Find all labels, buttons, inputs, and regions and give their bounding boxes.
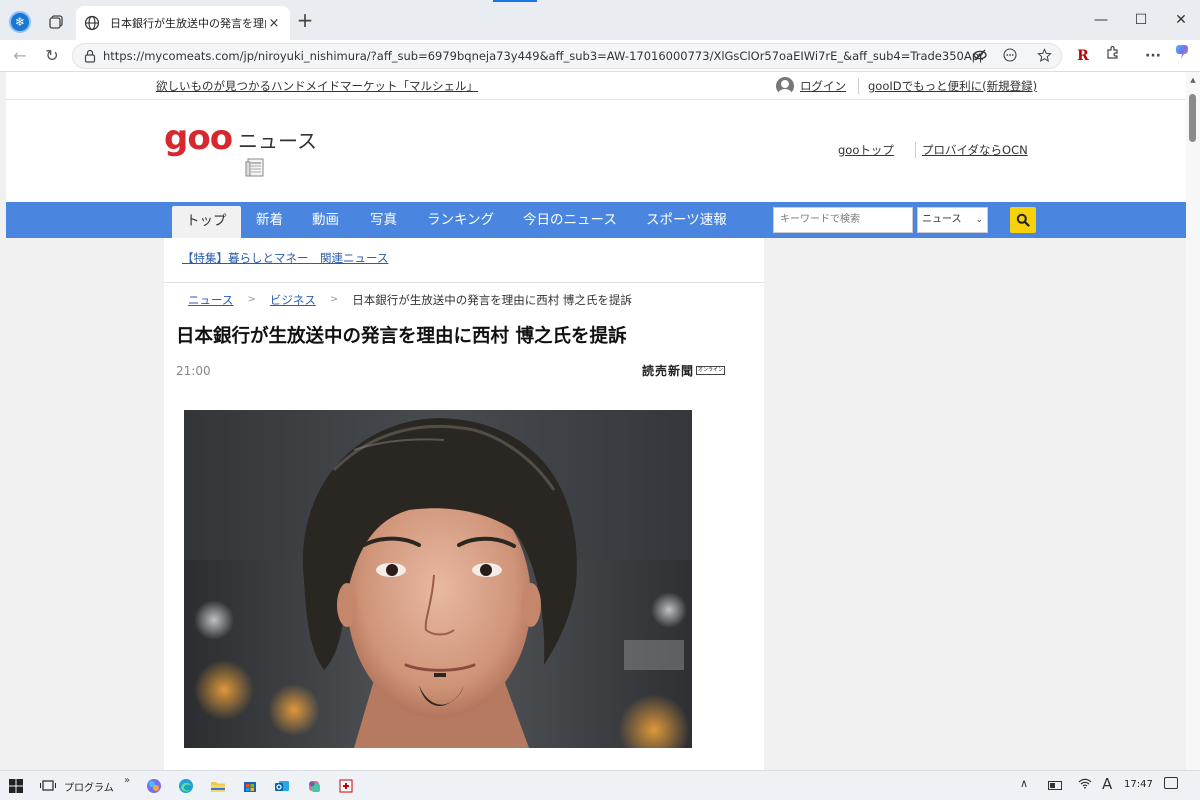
system-clock[interactable]: 17:47 bbox=[1124, 779, 1153, 790]
scrollbar-thumb[interactable] bbox=[1189, 94, 1196, 142]
breadcrumb-news[interactable]: ニュース bbox=[188, 292, 233, 308]
publish-time: 21:00 bbox=[176, 364, 211, 378]
task-view-icon[interactable] bbox=[38, 776, 58, 796]
file-explorer-icon[interactable] bbox=[208, 776, 228, 796]
search-button[interactable] bbox=[1010, 207, 1036, 233]
magnifier-icon bbox=[1016, 213, 1030, 227]
breadcrumb-current: 日本銀行が生放送中の発言を理由に西村 博之氏を提訴 bbox=[352, 293, 632, 307]
breadcrumb: ニュース > ビジネス > 日本銀行が生放送中の発言を理由に西村 博之氏を提訴 bbox=[188, 292, 632, 308]
browser-menu-button[interactable]: ··· bbox=[1140, 43, 1166, 69]
address-bar[interactable]: https://mycomeats.com/jp/niroyuki_nishim… bbox=[72, 43, 1062, 69]
ime-mode-indicator[interactable]: A bbox=[1102, 775, 1112, 793]
search-category-value: ニュース bbox=[922, 214, 962, 225]
article-card: 【特集】暮らしとマネー 関連ニュース ニュース > ビジネス > 日本銀行が生放… bbox=[164, 238, 764, 770]
goo-logo[interactable]: goo bbox=[164, 118, 233, 158]
new-tab-button[interactable]: + bbox=[292, 8, 318, 34]
chevron-down-icon: ⌄ bbox=[975, 215, 983, 225]
article-headline: 日本銀行が生放送中の発言を理由に西村 博之氏を提訴 bbox=[176, 326, 627, 347]
top-strip: 欲しいものが見つかるハンドメイドマーケット「マルシェル」 ログイン gooIDで… bbox=[6, 72, 1186, 100]
section-title[interactable]: ニュース bbox=[238, 125, 317, 154]
copilot-icon[interactable] bbox=[1170, 43, 1196, 69]
login-link[interactable]: ログイン bbox=[800, 78, 846, 94]
web-page: 欲しいものが見つかるハンドメイドマーケット「マルシェル」 ログイン gooIDで… bbox=[6, 72, 1186, 770]
notification-icon[interactable] bbox=[1164, 777, 1178, 789]
eye-slash-icon[interactable] bbox=[971, 48, 989, 66]
wifi-icon[interactable] bbox=[1078, 777, 1092, 792]
extensions-icon[interactable] bbox=[1100, 43, 1126, 69]
windows-start-icon[interactable] bbox=[6, 776, 26, 796]
rakuten-extension-icon[interactable]: R bbox=[1070, 43, 1096, 69]
nav-item-top[interactable]: トップ bbox=[172, 206, 241, 238]
store-app-icon[interactable] bbox=[240, 776, 260, 796]
page-scrollbar[interactable]: ▲ bbox=[1186, 72, 1200, 770]
url-text[interactable]: https://mycomeats.com/jp/niroyuki_nishim… bbox=[103, 49, 983, 63]
nav-item-today[interactable]: 今日のニュース bbox=[523, 202, 617, 238]
page-actions-icon[interactable] bbox=[1001, 48, 1019, 66]
promo-link[interactable]: 欲しいものが見つかるハンドメイドマーケット「マルシェル」 bbox=[156, 78, 478, 94]
user-icon bbox=[776, 77, 794, 95]
copilot-app-icon[interactable] bbox=[144, 776, 164, 796]
divider bbox=[164, 282, 764, 283]
titlebar-accent bbox=[493, 0, 537, 2]
star-icon[interactable] bbox=[1035, 48, 1053, 66]
edge-app-icon[interactable] bbox=[176, 776, 196, 796]
scroll-up-icon[interactable]: ▲ bbox=[1189, 76, 1197, 84]
source-tag: オンライン bbox=[696, 366, 726, 375]
reload-button[interactable]: ↻ bbox=[38, 43, 66, 69]
login-area[interactable]: ログイン bbox=[776, 76, 846, 96]
newspaper-icon bbox=[245, 158, 264, 177]
nav-item-sports[interactable]: スポーツ速報 bbox=[646, 202, 727, 238]
nav-item-photo[interactable]: 写真 bbox=[370, 202, 397, 238]
global-nav: トップ 新着 動画 写真 ランキング 今日のニュース スポーツ速報 キーワードで… bbox=[6, 202, 1186, 238]
nav-item-new[interactable]: 新着 bbox=[256, 202, 283, 238]
article-photo[interactable] bbox=[184, 410, 692, 748]
register-link[interactable]: gooIDでもっと便利に(新規登録) bbox=[868, 78, 1037, 94]
profile-avatar-icon: ❄ bbox=[9, 11, 31, 33]
programs-toolbar-label[interactable]: プログラム bbox=[64, 779, 114, 794]
os-taskbar: プログラム » ∧ A 17:47 bbox=[0, 770, 1200, 800]
breadcrumb-separator: > bbox=[247, 294, 256, 305]
globe-icon bbox=[84, 15, 100, 31]
source-logo[interactable]: 読売新聞 オンライン bbox=[642, 362, 726, 379]
site-header: goo ニュース gooトップ プロバイダならOCN bbox=[6, 100, 1186, 202]
divider bbox=[915, 142, 916, 158]
breadcrumb-business[interactable]: ビジネス bbox=[270, 292, 316, 308]
search-input[interactable]: キーワードで検索 bbox=[773, 207, 913, 233]
window-close-button[interactable]: ✕ bbox=[1158, 6, 1200, 34]
profile-icon[interactable]: ❄ bbox=[6, 8, 34, 36]
lock-icon[interactable] bbox=[83, 49, 97, 63]
nav-item-ranking[interactable]: ランキング bbox=[427, 202, 494, 238]
divider bbox=[858, 78, 859, 94]
battery-icon[interactable] bbox=[1048, 781, 1062, 790]
search-category-select[interactable]: ニュース ⌄ bbox=[917, 207, 988, 233]
programs-expand-icon[interactable]: » bbox=[124, 775, 130, 786]
workspaces-icon[interactable] bbox=[42, 8, 70, 36]
browser-toolbar: ← ↻ https://mycomeats.com/jp/niroyuki_ni… bbox=[0, 40, 1200, 72]
back-button[interactable]: ← bbox=[6, 43, 34, 69]
feature-link[interactable]: 【特集】暮らしとマネー 関連ニュース bbox=[182, 250, 388, 266]
goo-top-link[interactable]: gooトップ bbox=[838, 142, 894, 158]
tab-close-icon[interactable]: × bbox=[266, 16, 282, 31]
ocn-link[interactable]: プロバイダならOCN bbox=[922, 142, 1028, 158]
tab-title: 日本銀行が生放送中の発言を理由に bbox=[110, 17, 266, 30]
show-hidden-icons-button[interactable]: ∧ bbox=[1020, 777, 1028, 790]
breadcrumb-separator: > bbox=[329, 294, 339, 305]
snipping-tool-icon[interactable] bbox=[336, 776, 356, 796]
browser-tab-active[interactable]: 日本銀行が生放送中の発言を理由に × bbox=[76, 6, 290, 40]
teams-app-icon[interactable] bbox=[304, 776, 324, 796]
source-name: 読売新聞 bbox=[642, 364, 695, 378]
nav-item-video[interactable]: 動画 bbox=[312, 202, 339, 238]
browser-titlebar: ❄ 日本銀行が生放送中の発言を理由に × + — ☐ ✕ bbox=[0, 0, 1200, 40]
outlook-app-icon[interactable] bbox=[272, 776, 292, 796]
